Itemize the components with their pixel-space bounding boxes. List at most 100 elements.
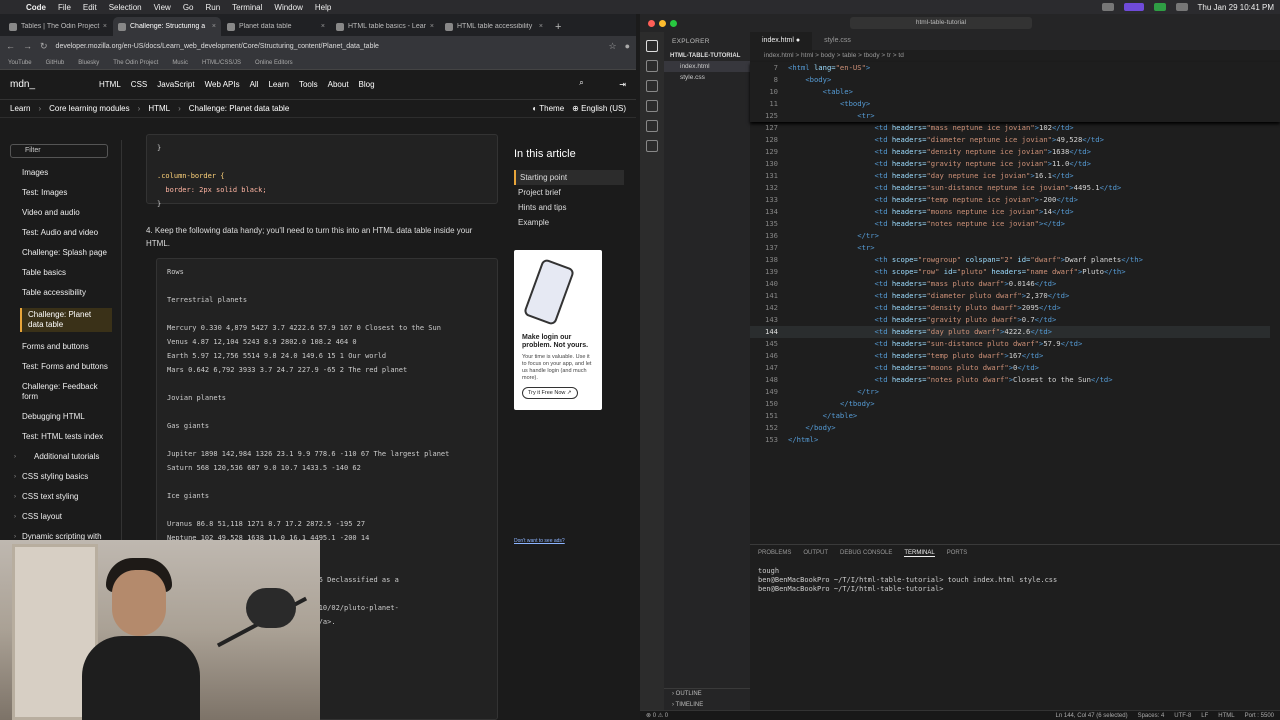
browser-tab[interactable]: HTML table basics - Lear × bbox=[331, 17, 439, 36]
menu-item-file[interactable]: File bbox=[58, 3, 71, 12]
terminal-output[interactable]: tough ben@BenMacBookPro ~/T/I/html-table-… bbox=[750, 561, 1280, 600]
sidebar-item[interactable]: Forms and buttons bbox=[0, 342, 112, 352]
menu-item-code[interactable]: Code bbox=[26, 3, 46, 12]
status-item[interactable]: HTML bbox=[1218, 713, 1234, 719]
browser-tab[interactable]: Planet data table × bbox=[222, 17, 330, 36]
mdn-nav-about[interactable]: About bbox=[328, 80, 349, 89]
bookmark-item[interactable]: GitHub bbox=[46, 60, 65, 66]
menu-clock[interactable]: Thu Jan 29 10:41 PM bbox=[1198, 3, 1275, 12]
language-button[interactable]: ⊕ English (US) bbox=[572, 104, 626, 113]
new-tab-icon[interactable]: + bbox=[549, 21, 567, 36]
mdn-logo[interactable]: mdn_ bbox=[10, 79, 35, 90]
ad-cta-button[interactable]: Try it Free Now ↗ bbox=[522, 387, 578, 399]
mdn-nav-tools[interactable]: Tools bbox=[299, 80, 318, 89]
sidebar-item[interactable]: › Additional tutorials bbox=[0, 452, 112, 462]
close-window-icon[interactable] bbox=[648, 19, 655, 27]
panel-tab-output[interactable]: OUTPUT bbox=[803, 550, 828, 556]
sidebar-item[interactable]: Test: Images bbox=[0, 188, 112, 198]
browser-tab[interactable]: HTML table accessibility × bbox=[440, 17, 548, 36]
bookmark-item[interactable]: Music bbox=[172, 60, 188, 66]
bookmark-star-icon[interactable]: ☆ bbox=[608, 41, 616, 52]
theme-button[interactable]: ◐ Theme bbox=[532, 104, 564, 113]
ad-optout-link[interactable]: Don't want to see ads? bbox=[514, 538, 565, 544]
search-icon[interactable] bbox=[646, 60, 658, 72]
status-item[interactable]: Port : 5500 bbox=[1245, 713, 1274, 719]
breadcrumb-item[interactable]: Learn bbox=[10, 104, 30, 113]
mdn-nav-blog[interactable]: Blog bbox=[359, 80, 375, 89]
panel-tab-debug-console[interactable]: DEBUG CONSOLE bbox=[840, 550, 892, 556]
toc-item[interactable]: Project brief bbox=[514, 185, 624, 200]
tab-close-icon[interactable]: × bbox=[321, 23, 325, 30]
mdn-nav-all[interactable]: All bbox=[250, 80, 259, 89]
sidebar-item[interactable]: Challenge: Planet data table bbox=[20, 308, 112, 332]
sidebar-item[interactable]: Test: Forms and buttons bbox=[0, 362, 112, 372]
explorer-file[interactable]: style.css bbox=[664, 72, 750, 83]
minimize-window-icon[interactable] bbox=[659, 19, 666, 27]
panel-tab-terminal[interactable]: TERMINAL bbox=[904, 550, 935, 557]
sidebar-item[interactable]: › CSS styling basics bbox=[0, 472, 112, 482]
sidebar-item[interactable]: Table basics bbox=[0, 268, 112, 278]
battery-icon[interactable] bbox=[1153, 3, 1166, 11]
sponsored-ad[interactable]: Make login our problem. Not yours. Your … bbox=[514, 250, 602, 410]
back-icon[interactable]: ← bbox=[6, 41, 15, 51]
menu-item-go[interactable]: Go bbox=[183, 3, 194, 12]
search-icon[interactable]: ⌕ bbox=[579, 78, 615, 92]
bookmark-item[interactable]: HTML/CSS/JS bbox=[202, 60, 241, 66]
mdn-nav-learn[interactable]: Learn bbox=[268, 80, 288, 89]
toc-item[interactable]: Hints and tips bbox=[514, 200, 624, 215]
outline-section[interactable]: › OUTLINE bbox=[672, 689, 750, 700]
sidebar-item[interactable]: Challenge: Feedback form bbox=[0, 382, 112, 402]
bookmark-item[interactable]: The Odin Project bbox=[113, 60, 158, 66]
tab-close-icon[interactable]: × bbox=[212, 23, 216, 30]
profile-icon[interactable]: ● bbox=[625, 41, 630, 51]
menu-item-view[interactable]: View bbox=[154, 3, 171, 12]
bookmark-item[interactable]: YouTube bbox=[8, 60, 32, 66]
toc-item[interactable]: Starting point bbox=[514, 170, 624, 185]
sidebar-item[interactable]: Table accessibility bbox=[0, 288, 112, 298]
run-debug-icon[interactable] bbox=[646, 100, 658, 112]
menu-item-edit[interactable]: Edit bbox=[83, 3, 97, 12]
menu-item-selection[interactable]: Selection bbox=[109, 3, 142, 12]
sidebar-item[interactable]: › CSS layout bbox=[0, 512, 112, 522]
testing-icon[interactable] bbox=[646, 140, 658, 152]
mdn-nav-css[interactable]: CSS bbox=[131, 80, 147, 89]
editor-tab[interactable]: style.css bbox=[812, 32, 863, 50]
tab-close-icon[interactable]: × bbox=[539, 23, 543, 30]
breadcrumb-item[interactable]: Challenge: Planet data table bbox=[189, 104, 290, 113]
mdn-nav-html[interactable]: HTML bbox=[99, 80, 121, 89]
toc-item[interactable]: Example bbox=[514, 215, 624, 230]
browser-tab[interactable]: Challenge: Structuring a × bbox=[113, 17, 221, 36]
project-folder[interactable]: HTML-TABLE-TUTORIAL bbox=[664, 51, 750, 61]
editor-breadcrumbs[interactable]: index.html > html > body > table > tbody… bbox=[750, 50, 1280, 62]
command-center-search[interactable]: html-table-tutorial bbox=[850, 17, 1032, 29]
forward-icon[interactable]: → bbox=[23, 41, 32, 51]
tab-close-icon[interactable]: × bbox=[430, 23, 434, 30]
code-editor[interactable]: 127 <td headers="mass neptune ice jovian… bbox=[750, 122, 1280, 544]
sidebar-item[interactable]: Test: HTML tests index bbox=[0, 432, 112, 442]
sidebar-item[interactable]: Debugging HTML bbox=[0, 412, 112, 422]
status-item[interactable]: Ln 144, Col 47 (6 selected) bbox=[1056, 713, 1128, 719]
url-input[interactable]: developer.mozilla.org/en-US/docs/Learn_w… bbox=[56, 43, 601, 50]
mdn-nav-javascript[interactable]: JavaScript bbox=[157, 80, 194, 89]
reload-icon[interactable]: ↻ bbox=[40, 41, 48, 52]
status-item[interactable]: UTF-8 bbox=[1174, 713, 1191, 719]
sidebar-item[interactable]: › CSS text styling bbox=[0, 492, 112, 502]
wifi-icon[interactable] bbox=[1175, 3, 1188, 11]
status-item[interactable]: LF bbox=[1201, 713, 1208, 719]
browser-tab[interactable]: Tables | The Odin Project × bbox=[4, 17, 112, 36]
screen-record-icon[interactable] bbox=[1101, 3, 1114, 11]
explorer-file[interactable]: index.html bbox=[664, 61, 750, 72]
breadcrumb-item[interactable]: Core learning modules bbox=[49, 104, 130, 113]
zoom-window-icon[interactable] bbox=[670, 19, 677, 27]
zoom-icon[interactable] bbox=[1123, 3, 1144, 11]
sidebar-item[interactable]: Test: Audio and video bbox=[0, 228, 112, 238]
menu-item-window[interactable]: Window bbox=[274, 3, 302, 12]
bookmark-item[interactable]: Bluesky bbox=[78, 60, 99, 66]
bookmark-item[interactable]: Online Editors bbox=[255, 60, 293, 66]
sidebar-item[interactable]: Challenge: Splash page bbox=[0, 248, 112, 258]
panel-tab-problems[interactable]: PROBLEMS bbox=[758, 550, 791, 556]
menu-item-terminal[interactable]: Terminal bbox=[232, 3, 262, 12]
status-item[interactable]: Spaces: 4 bbox=[1138, 713, 1165, 719]
menu-item-help[interactable]: Help bbox=[315, 3, 331, 12]
breadcrumb-item[interactable]: HTML bbox=[148, 104, 170, 113]
